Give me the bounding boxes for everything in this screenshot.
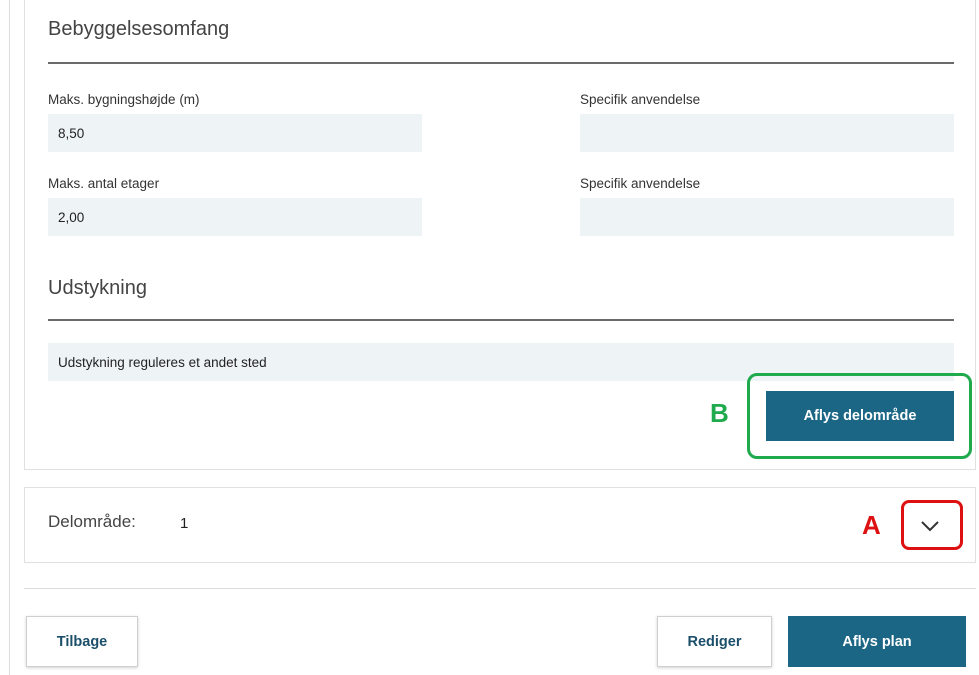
specific-use-field-1	[580, 114, 954, 152]
max-floors-field: 2,00	[48, 198, 422, 236]
subarea-number: 1	[180, 515, 189, 532]
left-divider	[9, 0, 10, 675]
max-height-field: 8,50	[48, 114, 422, 152]
parcelling-divider	[48, 319, 954, 321]
parcelling-title: Udstykning	[48, 277, 147, 299]
cancel-subarea-button[interactable]: Aflys delområde	[766, 391, 954, 441]
building-extent-divider	[48, 62, 954, 64]
chevron-down-icon	[921, 521, 939, 532]
subarea-label: Delområde:	[48, 512, 136, 531]
building-extent-title: Bebyggelsesomfang	[48, 18, 230, 40]
specific-use-field-2	[580, 198, 954, 236]
edit-button[interactable]: Rediger	[657, 616, 772, 667]
specific-use-label-1: Specifik anvendelse	[580, 92, 701, 107]
subarea-collapsed-panel[interactable]	[24, 487, 976, 563]
marker-a-label: A	[862, 510, 881, 540]
specific-use-label-2: Specifik anvendelse	[580, 176, 701, 191]
expand-subarea-button[interactable]	[912, 508, 948, 544]
footer-divider	[24, 588, 976, 589]
marker-b-label: B	[710, 398, 729, 428]
cancel-plan-button[interactable]: Aflys plan	[788, 616, 966, 667]
max-height-label: Maks. bygningshøjde (m)	[48, 92, 200, 107]
max-floors-label: Maks. antal etager	[48, 176, 160, 191]
back-button[interactable]: Tilbage	[26, 616, 138, 667]
